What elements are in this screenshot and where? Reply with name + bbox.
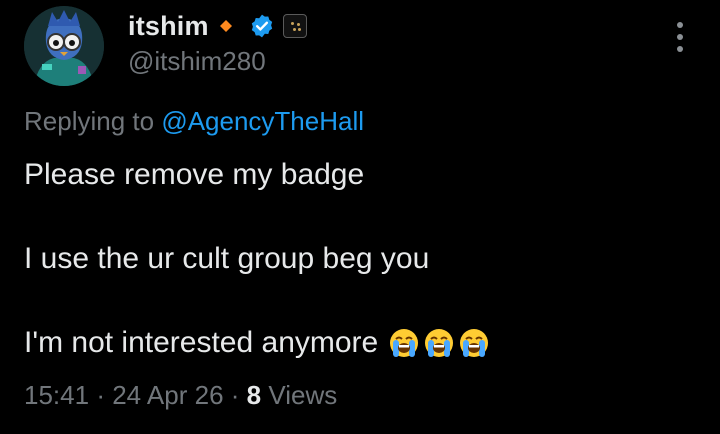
- tweet-meta: 15:41 · 24 Apr 26 · 8 Views: [24, 380, 337, 411]
- tweet-text-line-2: I use the ur cult group beg you: [24, 242, 430, 275]
- loudly-crying-face-icon: [388, 327, 420, 359]
- tweet-text-line-3: I'm not interested anymore: [24, 326, 490, 360]
- more-dot: [677, 22, 683, 28]
- affiliate-badge-icon[interactable]: [282, 14, 307, 38]
- replying-to: Replying to @AgencyTheHall: [24, 106, 364, 137]
- tweet-date[interactable]: 24 Apr 26: [112, 380, 223, 410]
- meta-separator: ·: [96, 380, 105, 410]
- meta-separator: ·: [230, 380, 240, 410]
- more-dot: [677, 46, 683, 52]
- replying-prefix: Replying to: [24, 106, 155, 136]
- views-label[interactable]: Views: [268, 380, 337, 410]
- tweet: itshim @itshim280 Replying to @AgencyThe…: [0, 0, 720, 434]
- avatar-image: [24, 6, 104, 86]
- tweet-text-line-3-text: I'm not interested anymore: [24, 326, 379, 359]
- name-row: itshim: [128, 10, 307, 42]
- loudly-crying-face-icon: [423, 327, 455, 359]
- tweet-text-line-1: Please remove my badge: [24, 158, 365, 191]
- display-name[interactable]: itshim: [128, 11, 209, 42]
- more-options-icon[interactable]: [668, 22, 692, 52]
- tweet-time[interactable]: 15:41: [24, 380, 89, 410]
- reply-mention-link[interactable]: @AgencyTheHall: [161, 106, 364, 136]
- more-dot: [677, 34, 683, 40]
- verified-badge-icon[interactable]: [249, 13, 275, 39]
- loudly-crying-face-icon: [458, 327, 490, 359]
- views-count[interactable]: 8: [247, 380, 261, 410]
- orange-diamond-icon: [219, 19, 233, 33]
- emoji-group: [388, 327, 490, 359]
- avatar[interactable]: [24, 6, 104, 86]
- user-handle[interactable]: @itshim280: [128, 46, 266, 77]
